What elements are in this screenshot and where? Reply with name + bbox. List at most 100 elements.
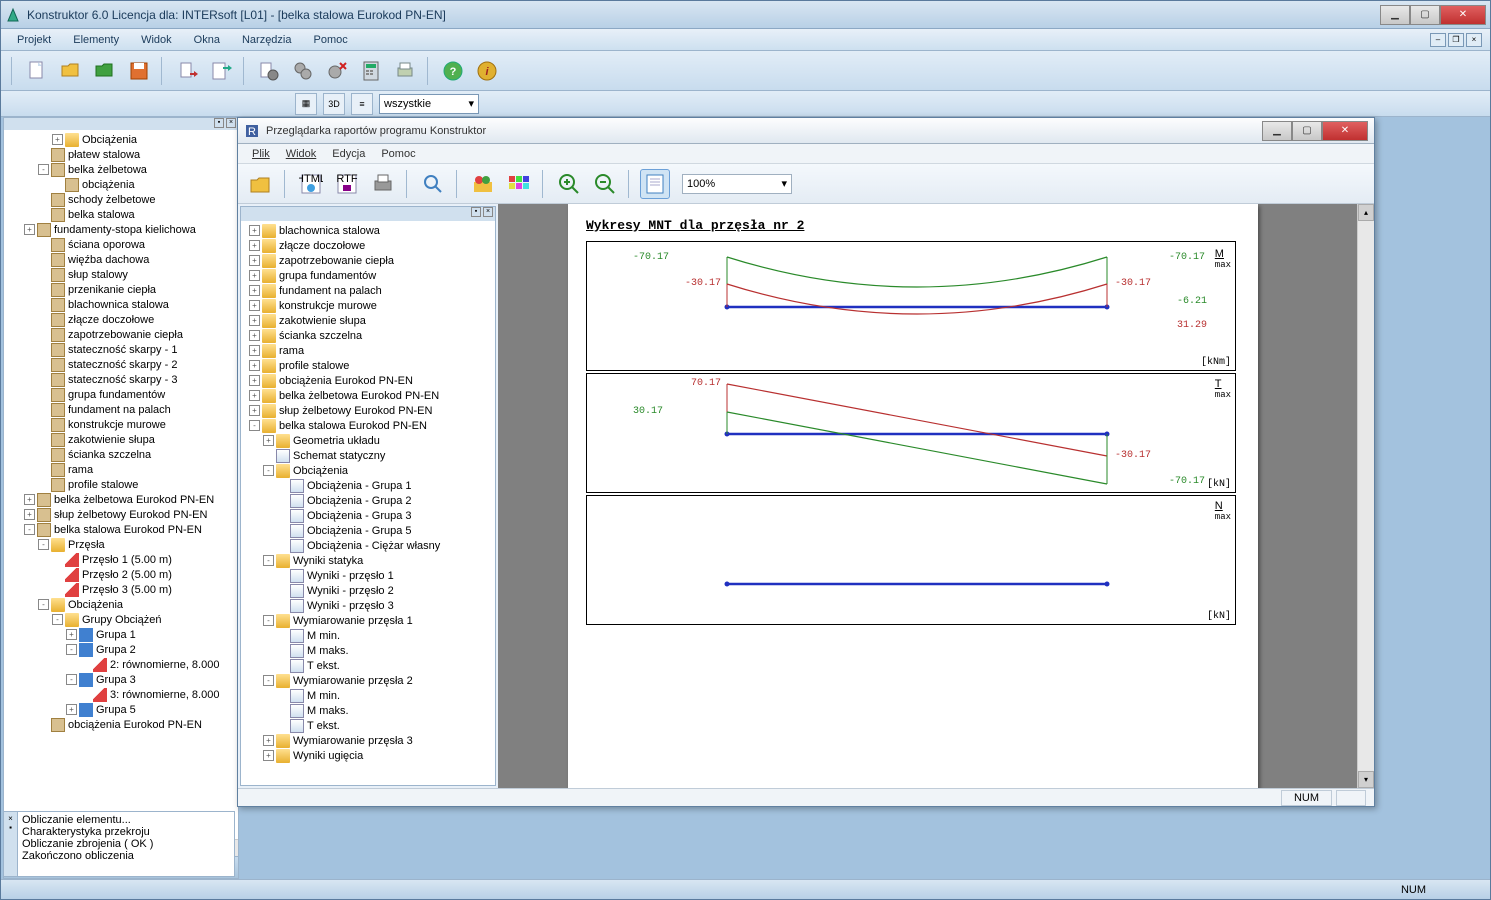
tree-item[interactable]: Obciążenia - Grupa 1 (243, 478, 493, 493)
tree-item[interactable]: +blachownica stalowa (243, 223, 493, 238)
menu-narzedzia[interactable]: Narzędzia (234, 32, 300, 48)
tree-item[interactable]: +Grupa 5 (6, 702, 236, 717)
tree-item[interactable]: +belka żelbetowa Eurokod PN-EN (243, 388, 493, 403)
tree-item[interactable]: profile stalowe (6, 477, 236, 492)
tree-item[interactable]: -Grupa 3 (6, 672, 236, 687)
mdi-minimize[interactable]: – (1430, 33, 1446, 47)
tree-item[interactable]: +belka żelbetowa Eurokod PN-EN (6, 492, 236, 507)
export-html-button[interactable]: HTML (296, 169, 326, 199)
tree-item[interactable]: M maks. (243, 703, 493, 718)
tree-item[interactable]: +Obciążenia (6, 132, 236, 147)
tree-item[interactable]: -belka żelbetowa (6, 162, 236, 177)
find-button[interactable] (418, 169, 448, 199)
view-3d-button[interactable]: 3D (323, 93, 345, 115)
colors-tool-button[interactable] (468, 169, 498, 199)
tree-item[interactable]: Obciążenia - Grupa 5 (243, 523, 493, 538)
export-button[interactable] (207, 57, 235, 85)
tree-item[interactable]: więźba dachowa (6, 252, 236, 267)
report-menu-edycja[interactable]: Edycja (326, 146, 371, 162)
print-button[interactable] (391, 57, 419, 85)
tree-item[interactable]: +rama (243, 343, 493, 358)
report-print-button[interactable] (368, 169, 398, 199)
minimize-button[interactable]: ▁ (1380, 5, 1410, 25)
open-folder-button[interactable] (91, 57, 119, 85)
tree-item[interactable]: M min. (243, 628, 493, 643)
tree-item[interactable]: obciążenia (6, 177, 236, 192)
tree-item[interactable]: schody żelbetowe (6, 192, 236, 207)
tree-item[interactable]: Wyniki - przęsło 3 (243, 598, 493, 613)
report-menu-plik[interactable]: Plik (246, 146, 276, 162)
tree-item[interactable]: -Obciążenia (6, 597, 236, 612)
tree-item[interactable]: stateczność skarpy - 3 (6, 372, 236, 387)
view-list-button[interactable]: ≡ (351, 93, 373, 115)
panel-close-button[interactable]: × (226, 118, 236, 128)
open-button[interactable] (57, 57, 85, 85)
menu-widok[interactable]: Widok (133, 32, 180, 48)
help-button[interactable]: ? (439, 57, 467, 85)
tree-item[interactable]: Obciążenia - Grupa 3 (243, 508, 493, 523)
tree-item[interactable]: Przęsło 1 (5.00 m) (6, 552, 236, 567)
info-button[interactable]: i (473, 57, 501, 85)
tree-item[interactable]: +fundament na palach (243, 283, 493, 298)
tree-item[interactable]: zapotrzebowanie ciepła (6, 327, 236, 342)
tree-item[interactable]: +obciążenia Eurokod PN-EN (243, 373, 493, 388)
tree-item[interactable]: Wyniki - przęsło 2 (243, 583, 493, 598)
tree-item[interactable]: +fundamenty-stopa kielichowa (6, 222, 236, 237)
close-button[interactable]: ✕ (1440, 5, 1486, 25)
mdi-restore[interactable]: ❐ (1448, 33, 1464, 47)
tree-item[interactable]: +zakotwienie słupa (243, 313, 493, 328)
tree-item[interactable]: fundament na palach (6, 402, 236, 417)
report-menu-pomoc[interactable]: Pomoc (375, 146, 421, 162)
tree-item[interactable]: +konstrukcje murowe (243, 298, 493, 313)
save-button[interactable] (125, 57, 153, 85)
report-tree[interactable]: +blachownica stalowa+złącze doczołowe+za… (241, 221, 495, 785)
tree-item[interactable]: +zapotrzebowanie ciepła (243, 253, 493, 268)
tree-item[interactable]: -Grupy Obciążeń (6, 612, 236, 627)
tree-item[interactable]: stateczność skarpy - 1 (6, 342, 236, 357)
tree-item[interactable]: -Przęsła (6, 537, 236, 552)
tree-item[interactable]: grupa fundamentów (6, 387, 236, 402)
export-rtf-button[interactable]: RTF (332, 169, 362, 199)
tree-item[interactable]: +słup żelbetowy Eurokod PN-EN (6, 507, 236, 522)
tree-item[interactable]: -Wymiarowanie przęsła 2 (243, 673, 493, 688)
menu-elementy[interactable]: Elementy (65, 32, 127, 48)
settings-doc-button[interactable] (255, 57, 283, 85)
tree-item[interactable]: złącze doczołowe (6, 312, 236, 327)
palette-button[interactable] (504, 169, 534, 199)
tree-item[interactable]: Wyniki - przęsło 1 (243, 568, 493, 583)
log-close-button[interactable]: ×▪ (4, 812, 18, 876)
report-minimize-button[interactable]: ▁ (1262, 121, 1292, 141)
tree-item[interactable]: +słup żelbetowy Eurokod PN-EN (243, 403, 493, 418)
zoom-combo[interactable]: 100%▾ (682, 174, 792, 194)
menu-okna[interactable]: Okna (186, 32, 228, 48)
tree-item[interactable]: 2: równomierne, 8.000 (6, 657, 236, 672)
tree-item[interactable]: konstrukcje murowe (6, 417, 236, 432)
tree-item[interactable]: M min. (243, 688, 493, 703)
tree-item[interactable]: +grupa fundamentów (243, 268, 493, 283)
tree-item[interactable]: Obciążenia - Grupa 2 (243, 493, 493, 508)
tree-item[interactable]: -Grupa 2 (6, 642, 236, 657)
tree-item[interactable]: +profile stalowe (243, 358, 493, 373)
maximize-button[interactable]: ▢ (1410, 5, 1440, 25)
view-2d-button[interactable]: ▦ (295, 93, 317, 115)
tree-item[interactable]: Przęsło 2 (5.00 m) (6, 567, 236, 582)
tree-item[interactable]: zakotwienie słupa (6, 432, 236, 447)
tree-item[interactable]: stateczność skarpy - 2 (6, 357, 236, 372)
tree-item[interactable]: Przęsło 3 (5.00 m) (6, 582, 236, 597)
report-panel-pin[interactable]: ▪ (471, 207, 481, 217)
new-button[interactable] (23, 57, 51, 85)
tree-item[interactable]: Schemat statyczny (243, 448, 493, 463)
panel-pin-button[interactable]: ▪ (214, 118, 224, 128)
delete-config-button[interactable] (323, 57, 351, 85)
tree-item[interactable]: rama (6, 462, 236, 477)
gears-button[interactable] (289, 57, 317, 85)
menu-pomoc[interactable]: Pomoc (306, 32, 356, 48)
tree-item[interactable]: płatew stalowa (6, 147, 236, 162)
zoom-out-button[interactable] (590, 169, 620, 199)
report-close-button[interactable]: ✕ (1322, 121, 1368, 141)
report-canvas[interactable]: Wykresy MNT dla przęsła nr 2 (498, 204, 1374, 788)
tree-item[interactable]: słup stalowy (6, 267, 236, 282)
report-maximize-button[interactable]: ▢ (1292, 121, 1322, 141)
calculator-button[interactable] (357, 57, 385, 85)
tree-item[interactable]: ścianka szczelna (6, 447, 236, 462)
